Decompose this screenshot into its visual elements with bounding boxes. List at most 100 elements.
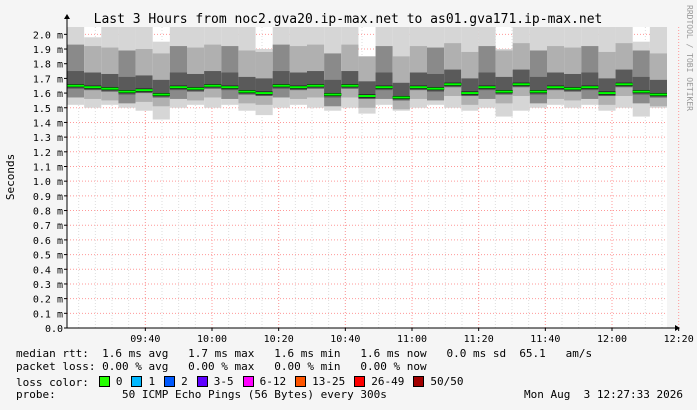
legend-swatch — [295, 376, 307, 387]
timestamp: Mon Aug 3 12:27:33 2026 — [524, 388, 683, 401]
y-tick-label: 1.1 m — [33, 162, 63, 173]
smoke-band-mid — [272, 44, 290, 98]
y-axis-arrow — [64, 14, 70, 19]
median-mark — [187, 87, 205, 90]
legend-item: 3-5 — [196, 375, 234, 388]
y-tick-label: 1.0 m — [33, 177, 63, 188]
legend-label: 0 — [115, 375, 123, 388]
smoke-band-mid — [615, 43, 633, 97]
median-rtt-stats: median rtt: 1.6 ms avg 1.7 ms max 1.6 ms… — [16, 347, 593, 360]
legend-item: 26-49 — [354, 375, 404, 388]
legend-swatch — [164, 376, 176, 387]
median-mark — [358, 95, 376, 98]
median-mark — [84, 86, 102, 89]
median-mark — [135, 89, 153, 92]
median-mark — [101, 87, 119, 90]
x-tick-label: 12:20 — [664, 334, 694, 345]
median-mark — [444, 83, 462, 86]
median-mark — [341, 84, 359, 87]
y-tick-label: 1.2 m — [33, 148, 63, 159]
x-axis-arrow — [675, 325, 680, 331]
smoke-band-mid — [512, 43, 530, 97]
median-mark — [169, 86, 187, 89]
median-mark — [564, 87, 582, 90]
x-tick-label: 10:20 — [264, 334, 294, 345]
median-mark — [409, 86, 427, 89]
y-tick-label: 0.5 m — [33, 251, 63, 262]
median-mark — [255, 92, 273, 95]
median-mark — [461, 92, 479, 95]
y-tick-label: 1.6 m — [33, 89, 63, 100]
y-tick-label: 0.9 m — [33, 192, 63, 203]
chart-title: Last 3 Hours from noc2.gva20.ip-max.net … — [94, 12, 603, 27]
legend-label: 13-25 — [312, 375, 346, 388]
median-mark — [615, 83, 633, 86]
y-tick-label: 0.0 — [45, 324, 63, 335]
median-mark — [529, 90, 547, 93]
median-mark — [581, 86, 599, 89]
median-mark — [221, 86, 239, 89]
median-mark — [478, 86, 496, 89]
legend-label: 1 — [148, 375, 156, 388]
legend-item: 2 — [164, 375, 188, 388]
median-mark — [118, 90, 136, 93]
median-mark — [307, 84, 325, 87]
median-mark — [427, 87, 445, 90]
y-tick-label: 0.7 m — [33, 221, 63, 232]
probe-info: probe: 50 ICMP Echo Pings (56 Bytes) eve… — [16, 388, 387, 401]
median-mark — [204, 84, 222, 87]
y-tick-label: 0.3 m — [33, 280, 63, 291]
x-tick-label: 09:40 — [130, 334, 160, 345]
median-mark — [67, 84, 85, 87]
median-mark — [289, 86, 307, 89]
legend-swatch — [354, 376, 366, 387]
median-mark — [238, 90, 256, 93]
legend-item: 0 — [98, 375, 123, 388]
legend-label: 26-49 — [371, 375, 405, 388]
legend-swatch — [196, 376, 208, 387]
y-tick-label: 1.4 m — [33, 118, 63, 129]
median-mark — [547, 86, 565, 89]
y-tick-label: 0.1 m — [33, 309, 63, 320]
median-mark — [649, 93, 667, 96]
latency-chart: Last 3 Hours from noc2.gva20.ip-max.net … — [4, 5, 694, 345]
x-tick-label: 11:00 — [397, 334, 427, 345]
median-mark — [324, 93, 342, 96]
legend-item: 50/50 — [413, 375, 463, 388]
legend-item: 13-25 — [295, 375, 345, 388]
median-mark — [632, 90, 650, 93]
smoke-band-mid — [204, 44, 222, 98]
median-mark — [512, 83, 530, 86]
median-mark — [375, 86, 393, 89]
y-tick-label: 2.0 m — [33, 30, 63, 41]
x-tick-labels: 09:40 10:00 10:20 10:40 11:00 11:20 11:40 12:00… — [130, 334, 693, 345]
median-mark — [598, 92, 616, 95]
y-tick-label: 0.2 m — [33, 295, 63, 306]
median-mark — [152, 93, 170, 96]
y-tick-label: 1.9 m — [33, 45, 63, 56]
y-tick-labels: 0.0 0.1 m 0.2 m 0.3 m 0.4 m 0.5 m 0.6 m 0.7 m 0.… — [33, 30, 63, 335]
median-mark — [392, 96, 410, 99]
smokeping-graph: Last 3 Hours from noc2.gva20.ip-max.net … — [0, 0, 697, 410]
smoke-band-mid — [67, 44, 85, 98]
rrdtool-watermark: RRDTOOL / TOBI OETIKER — [685, 5, 694, 111]
legend-swatch — [98, 376, 110, 387]
legend-swatch — [413, 376, 425, 387]
smoke-band-mid — [341, 44, 359, 98]
y-tick-label: 1.3 m — [33, 133, 63, 144]
y-axis-label: Seconds — [4, 154, 17, 200]
y-tick-label: 0.6 m — [33, 236, 63, 247]
y-tick-label: 0.4 m — [33, 265, 63, 276]
median-mark — [272, 84, 290, 87]
x-tick-label: 11:40 — [530, 334, 560, 345]
smoke-band-mid — [444, 43, 462, 97]
y-tick-label: 1.7 m — [33, 74, 63, 85]
packet-loss-stats: packet loss: 0.00 % avg 0.00 % max 0.00 … — [16, 360, 427, 373]
legend-label: 2 — [181, 375, 188, 388]
legend-label: 6-12 — [259, 375, 287, 388]
legend-label: 50/50 — [430, 375, 464, 388]
legend-swatch — [242, 376, 254, 387]
smoke-band-mid — [307, 44, 325, 98]
median-mark — [495, 90, 513, 93]
y-tick-label: 0.8 m — [33, 207, 63, 218]
